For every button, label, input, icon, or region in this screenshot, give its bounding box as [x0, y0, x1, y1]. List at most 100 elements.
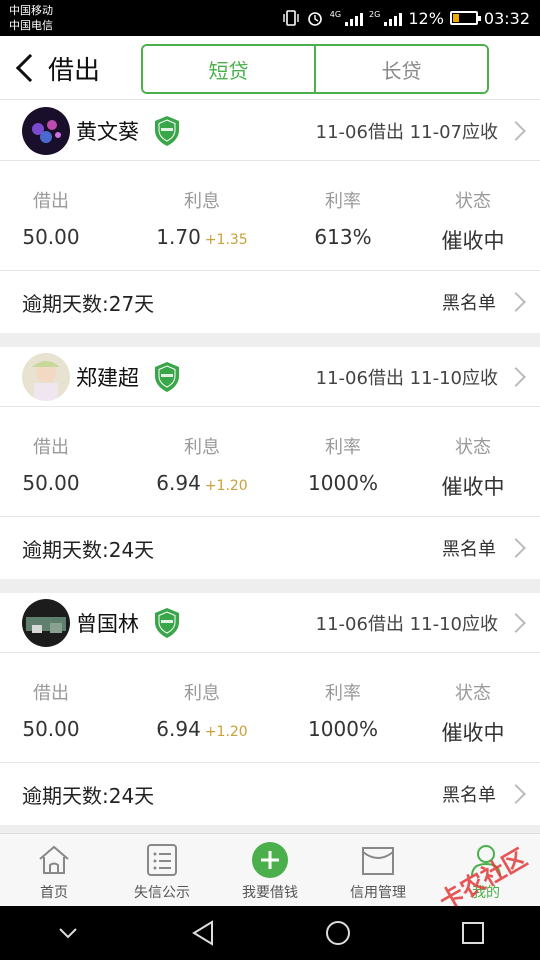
chevron-right-icon [506, 784, 526, 804]
loan-card-footer[interactable]: 逾期天数:27天 黑名单 [0, 271, 540, 333]
lent-value: 50.00 [22, 225, 80, 249]
network-type-2: 2G [369, 10, 381, 19]
interest-amount: 6.94 [156, 717, 201, 741]
envelope-icon [362, 847, 394, 875]
interest-value: 6.94 +1.20 [137, 717, 267, 741]
interest-amount: 1.70 [156, 225, 201, 249]
interest-value: 6.94 +1.20 [137, 471, 267, 495]
interest-label: 利息 [184, 683, 220, 704]
home-icon [39, 845, 69, 874]
signal-icon: 4G [329, 10, 364, 26]
loan-dates: 11-06借出 11-10应收 [315, 613, 498, 635]
tab-short-loan[interactable]: 短贷 [143, 46, 314, 92]
avatar [22, 352, 70, 401]
carrier-1: 中国移动 [9, 4, 53, 17]
overdue-days: 逾期天数:27天 [22, 291, 155, 316]
tab-borrow[interactable]: 我要借钱 [216, 834, 324, 906]
circle-home-icon [325, 921, 350, 945]
deposit-badge-icon [155, 361, 179, 392]
overdue-days: 逾期天数:24天 [22, 537, 155, 562]
carrier-info: 中国移动 中国电信 [9, 3, 53, 33]
clock: 03:32 [483, 8, 530, 28]
tab-long-loan[interactable]: 长贷 [314, 46, 487, 92]
loan-card: 黄文葵 11-06借出 11-07应收 借出 50.00 利息 1.70 +1.35 … [0, 101, 540, 333]
rate-value: 613% [314, 225, 372, 249]
system-nav-bar [0, 906, 540, 960]
rate-label: 利率 [325, 191, 361, 212]
plus-circle-icon [252, 842, 288, 878]
tab-credit[interactable]: 信用管理 [324, 834, 432, 906]
loan-dates: 11-06借出 11-07应收 [315, 121, 498, 143]
lent-label: 借出 [33, 437, 69, 458]
nav-home-button[interactable] [308, 906, 368, 960]
avatar [22, 598, 70, 647]
blacklist-link[interactable]: 黑名单 [442, 535, 496, 561]
lent-value: 50.00 [22, 717, 80, 741]
lent-label: 借出 [33, 683, 69, 704]
battery-icon [449, 11, 481, 25]
interest-increment: +1.35 [204, 232, 248, 248]
borrower-name: 黄文葵 [76, 119, 139, 144]
blacklist-link[interactable]: 黑名单 [442, 289, 496, 315]
chevron-right-icon [506, 612, 526, 633]
tab-label: 失信公示 [134, 885, 190, 901]
loan-card-header[interactable]: 曾国林 11-06借出 11-10应收 [0, 593, 540, 653]
rate-value: 1000% [308, 717, 378, 741]
chevron-right-icon [506, 120, 526, 141]
status-label: 状态 [455, 683, 491, 704]
loan-card: 曾国林 11-06借出 11-10应收 借出 50.00 利息 6.94 +1.20 … [0, 593, 540, 825]
loan-card-footer[interactable]: 逾期天数:24天 黑名单 [0, 517, 540, 579]
loan-card-header[interactable]: 黄文葵 11-06借出 11-07应收 [0, 101, 540, 161]
borrower-name: 曾国林 [76, 611, 139, 636]
tab-label: 首页 [40, 885, 68, 901]
vibrate-icon [283, 10, 299, 26]
interest-increment: +1.20 [204, 478, 248, 494]
square-recents-icon [461, 922, 484, 944]
avatar [22, 106, 70, 155]
status-value: 催收中 [441, 721, 505, 745]
status-value: 催收中 [441, 475, 505, 499]
interest-increment: +1.20 [204, 724, 248, 740]
loan-list: 黄文葵 11-06借出 11-07应收 借出 50.00 利息 1.70 +1.35 … [0, 101, 540, 833]
interest-label: 利息 [184, 191, 220, 212]
loan-stats: 借出 50.00 利息 1.70 +1.35 利率 613% 状态 催收中 [0, 161, 540, 271]
chevron-right-icon [506, 292, 526, 312]
loan-stats: 借出 50.00 利息 6.94 +1.20 利率 1000% 状态 催收中 [0, 407, 540, 517]
borrower-name: 郑建超 [76, 365, 139, 390]
page-title: 借出 [48, 55, 101, 86]
loan-card-header[interactable]: 郑建超 11-06借出 11-10应收 [0, 347, 540, 407]
status-value: 催收中 [441, 229, 505, 253]
rate-label: 利率 [325, 683, 361, 704]
interest-value: 1.70 +1.35 [137, 225, 267, 249]
rate-label: 利率 [325, 437, 361, 458]
chevron-down-icon [58, 928, 77, 939]
chevron-right-icon [506, 366, 526, 387]
interest-label: 利息 [184, 437, 220, 458]
deposit-badge-icon [155, 115, 179, 146]
tab-label: 我要借钱 [242, 885, 298, 901]
battery-percent: 12% [408, 8, 444, 28]
status-icons: 4G 2G 12% 03:32 [282, 6, 530, 30]
triangle-back-icon [191, 920, 213, 946]
status-label: 状态 [455, 437, 491, 458]
lent-value: 50.00 [22, 471, 80, 495]
back-button[interactable]: 借出 [10, 50, 100, 86]
tab-home[interactable]: 首页 [0, 834, 108, 906]
nav-recents-button[interactable] [443, 906, 503, 960]
blacklist-link[interactable]: 黑名单 [442, 781, 496, 807]
chevron-right-icon [506, 538, 526, 558]
status-bar: 中国移动 中国电信 4G 2G 12% 03:32 [0, 0, 540, 36]
loan-card-footer[interactable]: 逾期天数:24天 黑名单 [0, 763, 540, 825]
lent-label: 借出 [33, 191, 69, 212]
loan-card: 郑建超 11-06借出 11-10应收 借出 50.00 利息 6.94 +1.20 … [0, 347, 540, 579]
hide-nav-button[interactable] [38, 906, 98, 960]
carrier-2: 中国电信 [9, 19, 53, 32]
deposit-badge-icon [155, 607, 179, 638]
tab-label: 信用管理 [350, 885, 406, 901]
nav-back-button[interactable] [173, 906, 233, 960]
network-type-1: 4G [329, 10, 342, 19]
loan-type-switch: 短贷 长贷 [141, 44, 489, 94]
list-icon [147, 844, 177, 876]
loan-stats: 借出 50.00 利息 6.94 +1.20 利率 1000% 状态催收中 [0, 653, 540, 763]
tab-blacklist-public[interactable]: 失信公示 [108, 834, 216, 906]
